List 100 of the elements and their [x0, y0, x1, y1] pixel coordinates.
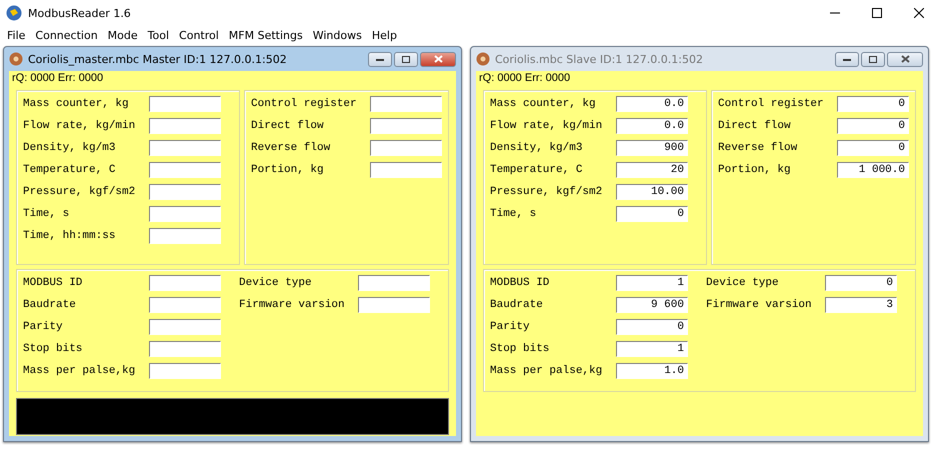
value-field[interactable]	[149, 363, 221, 379]
minimize-icon	[376, 58, 384, 60]
field-label: Parity	[490, 321, 531, 333]
value-field[interactable]	[149, 228, 221, 244]
value-field[interactable]: 1	[616, 275, 688, 291]
field-label: Direct flow	[718, 120, 792, 132]
value-field[interactable]: 10.00	[616, 184, 688, 200]
field-label: Pressure, kgf/sm2	[490, 186, 604, 198]
value-field[interactable]: 1.0	[616, 363, 688, 379]
field-label: Density, kg/m3	[23, 142, 116, 154]
field-label: MODBUS ID	[490, 277, 550, 289]
menu-item[interactable]: MFM Settings	[224, 28, 308, 42]
value-field[interactable]	[370, 118, 442, 134]
value-field[interactable]: 1	[616, 341, 688, 357]
menu-item[interactable]: File	[2, 28, 30, 42]
window-title: Coriolis_master.mbc Master ID:1 127.0.0.1:502	[28, 52, 287, 66]
value-field[interactable]: 0	[837, 96, 909, 112]
value-field[interactable]	[370, 162, 442, 178]
field-label: Control register	[251, 98, 358, 110]
close-icon	[900, 55, 910, 63]
value-field[interactable]: 20	[616, 162, 688, 178]
value-field[interactable]	[149, 140, 221, 156]
value-field[interactable]: 0	[837, 118, 909, 134]
field-label: Direct flow	[251, 120, 325, 132]
menu-item[interactable]: Tool	[142, 28, 174, 42]
restore-button[interactable]	[861, 52, 885, 66]
field-label: Mass counter, kg	[490, 98, 597, 110]
field-label: Mass per palse,kg	[490, 365, 604, 377]
minimize-button[interactable]	[368, 52, 392, 66]
status-text: rQ: 0000 Err: 0000	[479, 71, 572, 86]
close-icon	[434, 55, 442, 63]
close-icon[interactable]	[914, 8, 924, 18]
field-label: Temperature, C	[23, 164, 116, 176]
close-button[interactable]	[887, 52, 923, 66]
restore-icon	[869, 56, 877, 62]
menu-item[interactable]: Connection	[30, 28, 103, 42]
field-label: Device type	[706, 277, 780, 289]
field-label: Portion, kg	[718, 164, 792, 176]
field-label: Time, s	[490, 208, 538, 220]
menu-item[interactable]: Windows	[308, 28, 367, 42]
app-logo-icon	[476, 52, 490, 66]
value-field[interactable]	[149, 96, 221, 112]
field-label: Baudrate	[490, 299, 544, 311]
field-label: MODBUS ID	[23, 277, 84, 289]
field-label: Stop bits	[23, 343, 84, 355]
field-label: Firmware varsion	[239, 299, 346, 311]
value-field[interactable]	[358, 275, 430, 291]
value-field[interactable]	[149, 162, 221, 178]
value-field[interactable]: 0	[616, 319, 688, 335]
maximize-icon[interactable]	[872, 8, 882, 18]
menu-item[interactable]: Control	[174, 28, 224, 42]
minimize-button[interactable]	[835, 52, 859, 66]
value-field[interactable]	[149, 341, 221, 357]
value-field[interactable]	[149, 118, 221, 134]
field-label: Baudrate	[23, 299, 77, 311]
value-field[interactable]: 0	[825, 275, 897, 291]
field-label: Flow rate, kg/min	[23, 120, 136, 132]
field-label: Flow rate, kg/min	[490, 120, 604, 132]
field-label: Firmware varsion	[706, 299, 813, 311]
app-logo-icon	[6, 5, 22, 21]
field-label: Temperature, C	[490, 164, 584, 176]
field-label: Time, hh:mm:ss	[23, 230, 116, 242]
value-field[interactable]: 1 000.0	[837, 162, 909, 178]
field-label: Reverse flow	[718, 142, 798, 154]
field-label: Mass counter, kg	[23, 98, 130, 110]
app-logo-icon	[9, 52, 23, 66]
value-field[interactable]: 0.0	[616, 96, 688, 112]
restore-icon	[402, 56, 410, 62]
close-button[interactable]	[420, 52, 456, 66]
field-label: Control register	[718, 98, 825, 110]
value-field[interactable]: 9 600	[616, 297, 688, 313]
value-field[interactable]: 0	[837, 140, 909, 156]
value-field[interactable]	[149, 319, 221, 335]
field-label: Time, s	[23, 208, 70, 220]
value-field[interactable]	[149, 297, 221, 313]
app-title: ModbusReader 1.6	[28, 6, 131, 20]
window-title: Coriolis.mbc Slave ID:1 127.0.0.1:502	[495, 52, 703, 66]
value-field[interactable]	[149, 184, 221, 200]
value-field[interactable]: 900	[616, 140, 688, 156]
value-field[interactable]	[370, 96, 442, 112]
field-label: Device type	[239, 277, 313, 289]
field-label: Mass per palse,kg	[23, 365, 136, 377]
field-label: Stop bits	[490, 343, 550, 355]
menu-item[interactable]: Help	[366, 28, 402, 42]
value-field[interactable]: 0	[616, 206, 688, 222]
minimize-icon	[843, 58, 851, 60]
restore-button[interactable]	[394, 52, 418, 66]
field-label: Density, kg/m3	[490, 142, 584, 154]
value-field[interactable]: 0.0	[616, 118, 688, 134]
menu-item[interactable]: Mode	[102, 28, 143, 42]
field-label: Pressure, kgf/sm2	[23, 186, 136, 198]
value-field[interactable]	[149, 275, 221, 291]
field-label: Reverse flow	[251, 142, 332, 154]
status-text: rQ: 0000 Err: 0000	[12, 71, 104, 86]
value-field[interactable]: 3	[825, 297, 897, 313]
value-field[interactable]	[358, 297, 430, 313]
field-label: Parity	[23, 321, 64, 333]
field-label: Portion, kg	[251, 164, 325, 176]
value-field[interactable]	[370, 140, 442, 156]
value-field[interactable]	[149, 206, 221, 222]
